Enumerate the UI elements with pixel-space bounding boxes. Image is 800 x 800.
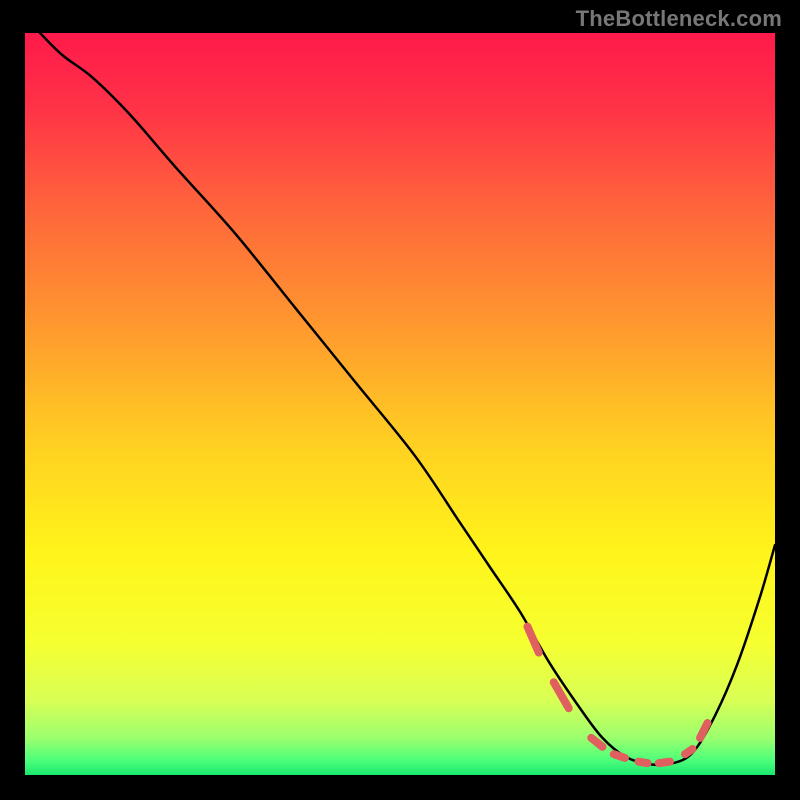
optimal-dash [659,762,670,763]
optimal-dash [639,762,648,763]
bottleneck-curve-chart [25,33,775,775]
gradient-background [25,33,775,775]
chart-frame: TheBottleneck.com [0,0,800,800]
optimal-dash [614,754,625,758]
plot-area [25,33,775,775]
optimal-dash [685,749,693,754]
watermark-text: TheBottleneck.com [576,6,782,32]
